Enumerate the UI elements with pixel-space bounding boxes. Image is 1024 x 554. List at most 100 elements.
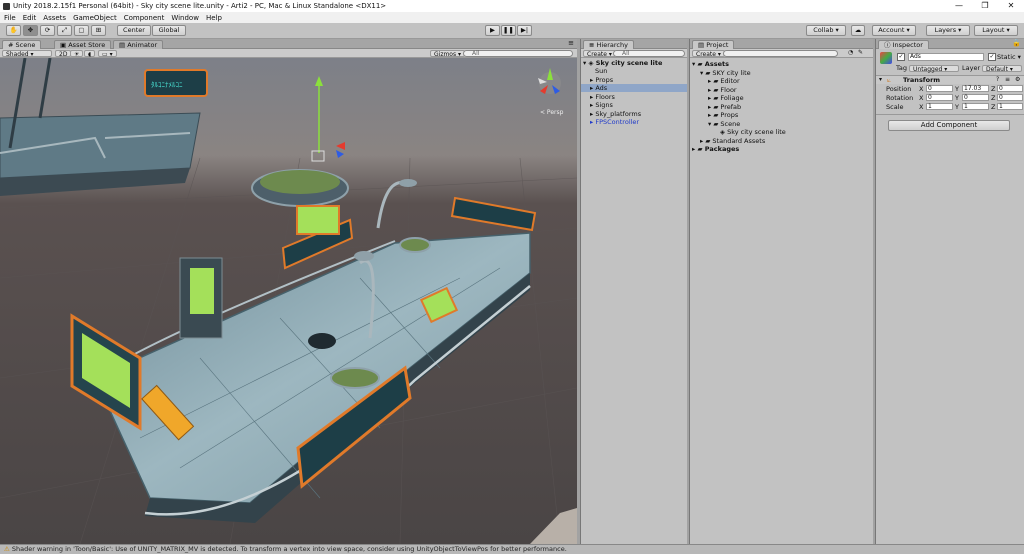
hierarchy-item-ads[interactable]: ▸ Ads xyxy=(581,84,687,92)
shading-dropdown[interactable]: Shaded ▾ xyxy=(2,50,52,58)
scale-y-field[interactable]: 1 xyxy=(962,103,989,110)
menu-file[interactable]: File xyxy=(4,14,16,22)
project-tree-scene[interactable]: ▾ ▰ Scene xyxy=(708,120,740,128)
account-button[interactable]: Account ▾ xyxy=(872,25,916,36)
hierarchy-item-sky-platforms[interactable]: ▸ Sky_platforms xyxy=(590,110,641,118)
menu-assets[interactable]: Assets xyxy=(43,14,66,22)
collab-button[interactable]: Collab ▾ xyxy=(806,25,846,36)
layers-dropdown[interactable]: Layers ▾ xyxy=(926,25,970,36)
hierarchy-search-input[interactable]: All xyxy=(613,50,685,57)
filter-type-icon[interactable]: ◔ xyxy=(848,49,853,56)
project-tree-scene-file[interactable]: ◈ Sky city scene lite xyxy=(720,128,786,136)
audio-toggle[interactable]: ◖ xyxy=(84,50,96,58)
project-search-input[interactable] xyxy=(723,50,838,57)
hierarchy-scene-row[interactable]: ▾ ◈ Sky city scene lite xyxy=(583,59,662,67)
hierarchy-tabstrip: ≣ Hierarchy xyxy=(581,39,687,49)
project-create-button[interactable]: Create ▾ xyxy=(692,50,725,58)
gizmos-dropdown[interactable]: Gizmos ▾ xyxy=(430,50,466,58)
tab-animator[interactable]: ▤ Animator xyxy=(113,40,164,49)
project-tree-label: Editor xyxy=(720,77,740,85)
hierarchy-item-floors[interactable]: ▸ Floors xyxy=(590,93,615,101)
transform-header[interactable]: ▾ ⟀ Transform ? ≡ ⚙ xyxy=(876,75,1024,84)
pause-button[interactable]: ❚❚ xyxy=(501,25,516,36)
lock-icon[interactable]: 🔒 xyxy=(1012,39,1021,47)
gear-icon[interactable]: ⚙ xyxy=(1015,76,1020,83)
minimize-button[interactable]: — xyxy=(946,0,972,12)
hierarchy-item-signs[interactable]: ▸ Signs xyxy=(590,101,613,109)
maximize-button[interactable]: ❐ xyxy=(972,0,998,12)
panel-menu-icon[interactable]: ≡ xyxy=(568,39,574,47)
scene-search-input[interactable]: All xyxy=(463,50,573,57)
tab-inspector[interactable]: ⓘ Inspector xyxy=(878,40,929,49)
tab-asset-store[interactable]: ▣ Asset Store xyxy=(54,40,112,49)
scale-x-field[interactable]: 1 xyxy=(926,103,953,110)
menu-help[interactable]: Help xyxy=(206,14,222,22)
move-tool-button[interactable]: ✥ xyxy=(23,25,38,36)
rotate-tool-button[interactable]: ⟳ xyxy=(40,25,55,36)
menu-window[interactable]: Window xyxy=(171,14,199,22)
rotation-y-field[interactable]: 0 xyxy=(962,94,989,101)
rotation-z-field[interactable]: 0 xyxy=(997,94,1023,101)
project-tree-sky-city-lite[interactable]: ▾ ▰ SKY city lite xyxy=(700,69,751,77)
unity-scene-icon: ◈ xyxy=(720,128,725,136)
transform-tool-button[interactable]: ⊞ xyxy=(91,25,106,36)
space-toggle[interactable]: Global xyxy=(152,25,186,36)
layer-dropdown[interactable]: Default ▾ xyxy=(982,65,1022,73)
status-bar[interactable]: ⚠ Shader warning in 'Toon/Basic': Use of… xyxy=(0,544,1024,554)
hierarchy-create-button[interactable]: Create ▾ xyxy=(583,50,616,58)
scale-y-label: Y xyxy=(955,103,959,111)
hand-tool-button[interactable]: ✋ xyxy=(6,25,21,36)
position-x-field[interactable]: 0 xyxy=(926,85,953,92)
project-tree-editor[interactable]: ▸ ▰ Editor xyxy=(708,77,740,85)
tab-project[interactable]: ▤ Project xyxy=(692,40,735,49)
persp-label[interactable]: < Persp xyxy=(540,109,564,116)
filter-label-icon[interactable]: ✎ xyxy=(858,49,863,56)
rect-tool-button[interactable]: ▢ xyxy=(74,25,89,36)
project-tree-foliage[interactable]: ▸ ▰ Foliage xyxy=(708,94,744,102)
hierarchy-item-label: Signs xyxy=(595,101,613,109)
scene-subbar: Shaded ▾ 2D ☀ ◖ ▭ ▾ Gizmos ▾ All xyxy=(0,49,577,58)
hierarchy-item-fpscontroller[interactable]: ▸ FPSController xyxy=(590,118,639,126)
menu-edit[interactable]: Edit xyxy=(23,14,37,22)
project-tree-props[interactable]: ▸ ▰ Props xyxy=(708,111,738,119)
rotation-x-field[interactable]: 0 xyxy=(926,94,953,101)
project-tree-floor[interactable]: ▸ ▰ Floor xyxy=(708,86,737,94)
static-label[interactable]: Static ▾ xyxy=(997,53,1021,61)
close-button[interactable]: ✕ xyxy=(998,0,1024,12)
menu-gameobject[interactable]: GameObject xyxy=(73,14,117,22)
hierarchy-item-props[interactable]: ▸ Props xyxy=(590,76,613,84)
project-tree-assets[interactable]: ▾ ▰ Assets xyxy=(692,60,729,68)
layout-dropdown[interactable]: Layout ▾ xyxy=(974,25,1018,36)
pivot-toggle[interactable]: Center xyxy=(117,25,151,36)
active-checkbox[interactable]: ✓ xyxy=(897,53,905,61)
lighting-toggle[interactable]: ☀ xyxy=(70,50,84,58)
cloud-button[interactable]: ☁ xyxy=(851,25,865,36)
image-icon: ▭ xyxy=(102,51,108,58)
scene-viewport[interactable]: ﾀﾙｺﾆﾅﾒﾙｺﾆ < Persp xyxy=(0,58,577,544)
step-button[interactable]: ▶| xyxy=(517,25,532,36)
hierarchy-item-sun[interactable]: Sun xyxy=(595,67,607,75)
position-y-field[interactable]: 17.03 xyxy=(962,85,989,92)
scale-tool-button[interactable]: ⤢ xyxy=(57,25,72,36)
project-tree-packages[interactable]: ▸ ▰ Packages xyxy=(692,145,739,153)
position-z-field[interactable]: 0 xyxy=(997,85,1023,92)
animator-icon: ▤ xyxy=(119,41,126,49)
tab-hierarchy[interactable]: ≣ Hierarchy xyxy=(583,40,634,49)
tag-dropdown[interactable]: Untagged ▾ xyxy=(909,65,959,73)
2d-toggle[interactable]: 2D xyxy=(55,50,72,58)
help-icon[interactable]: ? xyxy=(996,76,999,83)
static-checkbox[interactable]: ✓ xyxy=(988,53,996,61)
project-tree-prefab[interactable]: ▸ ▰ Prefab xyxy=(708,103,741,111)
kiosk xyxy=(179,257,223,339)
folder-icon: ▰ xyxy=(713,77,719,85)
add-component-button[interactable]: Add Component xyxy=(888,120,1010,131)
object-name-input[interactable]: Ads xyxy=(908,53,984,61)
project-tree-standard-assets[interactable]: ▸ ▰ Standard Assets xyxy=(700,137,765,145)
tab-scene[interactable]: # Scene xyxy=(2,40,42,49)
menu-component[interactable]: Component xyxy=(124,14,165,22)
effects-dropdown[interactable]: ▭ ▾ xyxy=(98,50,117,58)
preset-icon[interactable]: ≡ xyxy=(1005,76,1010,83)
play-button[interactable]: ▶ xyxy=(485,25,500,36)
position-label: Position xyxy=(886,85,912,93)
scale-z-field[interactable]: 1 xyxy=(997,103,1023,110)
